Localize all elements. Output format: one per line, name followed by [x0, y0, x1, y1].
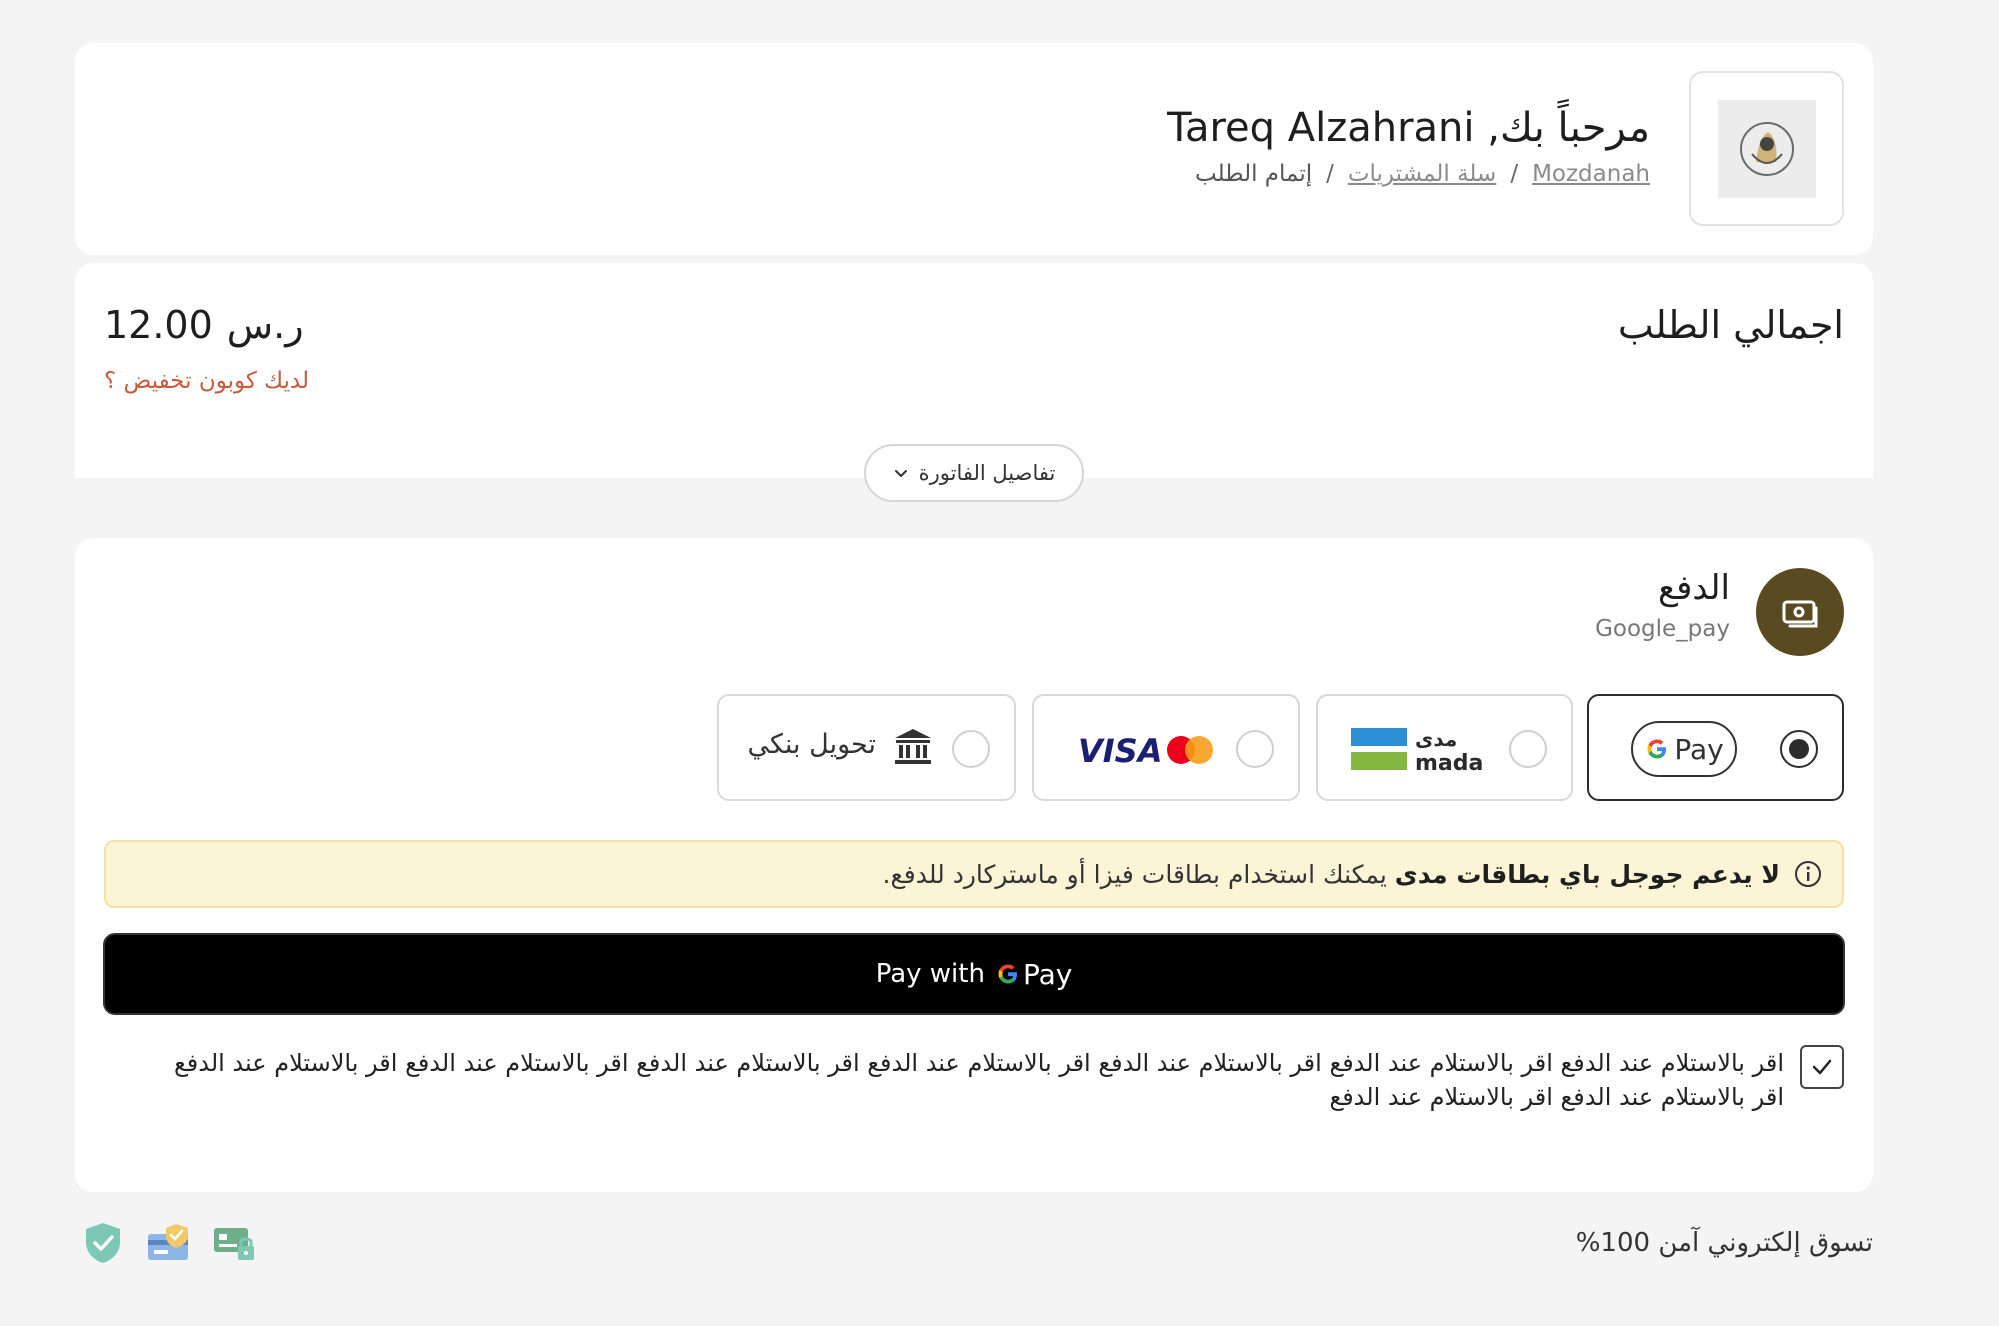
breadcrumb-separator: / — [1326, 161, 1334, 187]
radio-visa[interactable] — [1236, 730, 1274, 768]
mada-ar-text: مدى — [1415, 727, 1457, 751]
radio-gpay[interactable] — [1780, 730, 1818, 768]
payment-method-gpay[interactable]: Pay — [1587, 694, 1844, 801]
notice-text: يمكنك استخدام بطاقات فيزا أو ماستركارد ل… — [882, 859, 1387, 889]
radio-bank-transfer[interactable] — [952, 730, 990, 768]
money-icon — [1756, 568, 1844, 656]
payment-method-mada[interactable]: مدى mada — [1316, 694, 1573, 801]
invoice-details-label: تفاصيل الفاتورة — [918, 461, 1056, 485]
order-total-title: اجمالي الطلب — [1617, 303, 1844, 347]
payment-title: الدفع — [1657, 568, 1730, 608]
order-total-amount: ر.س 12.00 — [104, 303, 304, 347]
breadcrumb-cart-link[interactable]: سلة المشتريات — [1348, 161, 1496, 187]
bank-icon — [895, 729, 931, 764]
store-logo[interactable] — [1689, 71, 1844, 226]
radio-mada[interactable] — [1509, 730, 1547, 768]
breadcrumb-store-link[interactable]: Mozdanah — [1532, 161, 1650, 187]
notice-bold-text: لا يدعم جوجل باي بطاقات مدى — [1394, 859, 1780, 889]
breadcrumb: Mozdanah / سلة المشتريات / إتمام الطلب — [1195, 161, 1650, 187]
pay-button-brand: Pay — [1022, 957, 1073, 991]
visa-text: VISA — [1078, 732, 1162, 770]
gpay-pay-text: Pay — [1674, 732, 1724, 766]
secure-shopping-text: تسوق إلكتروني آمن 100% — [1575, 1228, 1873, 1258]
trust-icons — [80, 1220, 258, 1266]
info-icon — [1795, 861, 1821, 887]
visa-mastercard-logo: VISA — [1078, 732, 1213, 770]
shield-check-icon — [80, 1220, 126, 1266]
mada-logo: مدى mada — [1351, 727, 1483, 774]
card-lock-icon — [212, 1220, 258, 1266]
pay-button-prefix: Pay with — [875, 959, 985, 989]
payment-subtitle: Google_pay — [1595, 616, 1730, 642]
coupon-link[interactable]: لديك كوبون تخفيض ؟ — [104, 368, 309, 394]
total-value: 12.00 — [104, 303, 213, 347]
gpay-logo: Pay — [1631, 721, 1737, 777]
card-verified-icon — [146, 1220, 192, 1266]
pay-with-gpay-button[interactable]: Pay with Pay — [103, 933, 1845, 1015]
payment-method-bank-transfer[interactable]: تحويل بنكي — [717, 694, 1016, 801]
terms-checkbox[interactable] — [1800, 1045, 1844, 1089]
header-card: مرحباً بك, Tareq Alzahrani Mozdanah / سل… — [75, 43, 1873, 255]
payment-card: الدفع Google_pay Pay مدى mada VISA تحويل… — [75, 538, 1873, 1192]
google-g-icon — [998, 964, 1017, 984]
bank-transfer-label: تحويل بنكي — [747, 729, 876, 760]
breadcrumb-current: إتمام الطلب — [1195, 161, 1313, 187]
google-g-icon — [1647, 739, 1667, 759]
store-logo-image — [1717, 99, 1816, 198]
gpay-button-logo: Pay — [995, 958, 1072, 991]
gpay-mada-notice: لا يدعم جوجل باي بطاقات مدى يمكنك استخدا… — [104, 840, 1844, 908]
payment-method-visa[interactable]: VISA — [1032, 694, 1300, 801]
total-currency: ر.س — [226, 303, 304, 347]
breadcrumb-separator: / — [1510, 161, 1519, 187]
welcome-title: مرحباً بك, Tareq Alzahrani — [1167, 105, 1650, 151]
chevron-down-icon — [894, 470, 907, 477]
terms-text: اقر بالاستلام عند الدفع اقر بالاستلام عن… — [173, 1049, 1784, 1111]
invoice-details-toggle[interactable]: تفاصيل الفاتورة — [864, 444, 1084, 502]
mada-en-text: mada — [1415, 751, 1483, 774]
checkmark-icon — [1812, 1059, 1832, 1075]
